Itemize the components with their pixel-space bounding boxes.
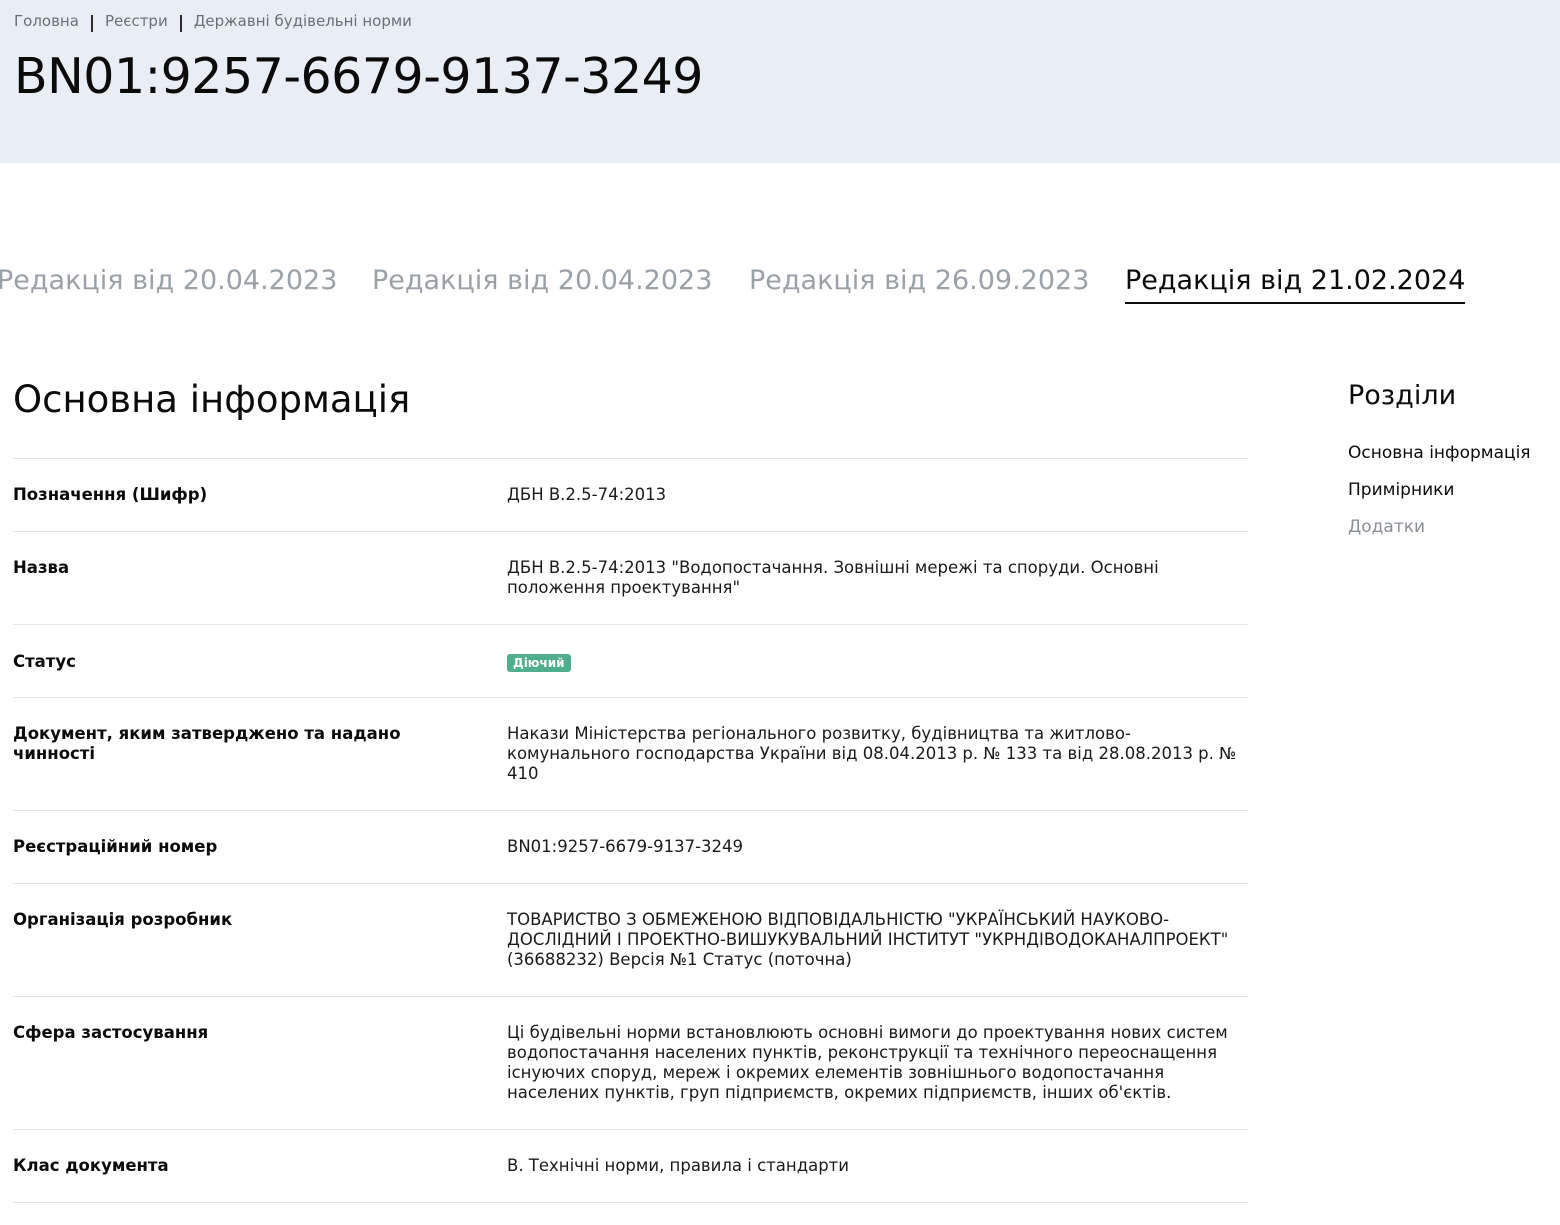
info-value: ДБН В.2.5-74:2013 "Водопостачання. Зовні… [507,558,1159,597]
info-value: ДБН В.2.5-74:2013 [507,485,667,504]
breadcrumb-separator [90,14,93,32]
info-row-doc-class: Клас документа В. Технічні норми, правил… [13,1129,1248,1203]
info-row-developer: Організація розробник ТОВАРИСТВО З ОБМЕЖ… [13,883,1248,996]
info-row-registration-number: Реєстраційний номер BN01:9257-6679-9137-… [13,810,1248,883]
info-label: Організація розробник [13,910,233,929]
info-value: BN01:9257-6679-9137-3249 [507,837,744,856]
sidebar-item-copies[interactable]: Примірники [1348,480,1558,500]
info-value: Діючий [507,652,1248,672]
info-value: Ці будівельні норми встановлюють основні… [507,1023,1228,1102]
info-value: ТОВАРИСТВО З ОБМЕЖЕНОЮ ВІДПОВІДАЛЬНІСТЮ … [507,910,1229,969]
breadcrumb-building-norms-link[interactable]: Державні будівельні норми [194,12,412,30]
info-table: Позначення (Шифр) ДБН В.2.5-74:2013 Назв… [13,458,1248,1203]
breadcrumb: Головна Реєстри Державні будівельні норм… [14,12,412,32]
revision-tabs: Редакція від 20.04.2023 Редакція від 20.… [0,265,1560,310]
tab-revision-3[interactable]: Редакція від 26.09.2023 [749,265,1089,302]
info-label: Статус [13,652,76,671]
sections-sidebar: Розділи Основна інформація Примірники До… [1348,380,1558,554]
page-title: BN01:9257-6679-9137-3249 [14,48,703,105]
section-title: Основна інформація [13,378,411,421]
info-label: Сфера застосування [13,1023,209,1042]
tab-revision-4-active[interactable]: Редакція від 21.02.2024 [1125,265,1466,304]
info-row-scope: Сфера застосування Ці будівельні норми в… [13,996,1248,1129]
info-value: Накази Міністерства регіонального розвит… [507,724,1237,783]
info-value: В. Технічні норми, правила і стандарти [507,1156,850,1175]
breadcrumb-registries-link[interactable]: Реєстри [105,12,168,30]
tab-revision-1[interactable]: Редакція від 20.04.2023 [0,265,337,302]
breadcrumb-separator [179,14,182,32]
info-row-approval-document: Документ, яким затверджено та надано чин… [13,697,1248,810]
breadcrumb-home-link[interactable]: Головна [14,12,79,30]
sidebar-item-main-info[interactable]: Основна інформація [1348,443,1558,463]
status-badge: Діючий [507,654,571,672]
tab-revision-2[interactable]: Редакція від 20.04.2023 [372,265,712,302]
info-row-designation: Позначення (Шифр) ДБН В.2.5-74:2013 [13,458,1248,531]
info-label: Назва [13,558,70,577]
page-header: Головна Реєстри Державні будівельні норм… [0,0,1560,163]
info-label: Позначення (Шифр) [13,485,208,504]
info-label: Реєстраційний номер [13,837,218,856]
sidebar-item-appendices[interactable]: Додатки [1348,517,1558,537]
info-row-name: Назва ДБН В.2.5-74:2013 "Водопостачання.… [13,531,1248,624]
info-label: Клас документа [13,1156,169,1175]
info-label: Документ, яким затверджено та надано чин… [13,724,401,763]
info-row-status: Статус Діючий [13,624,1248,697]
sidebar-title: Розділи [1348,380,1457,411]
